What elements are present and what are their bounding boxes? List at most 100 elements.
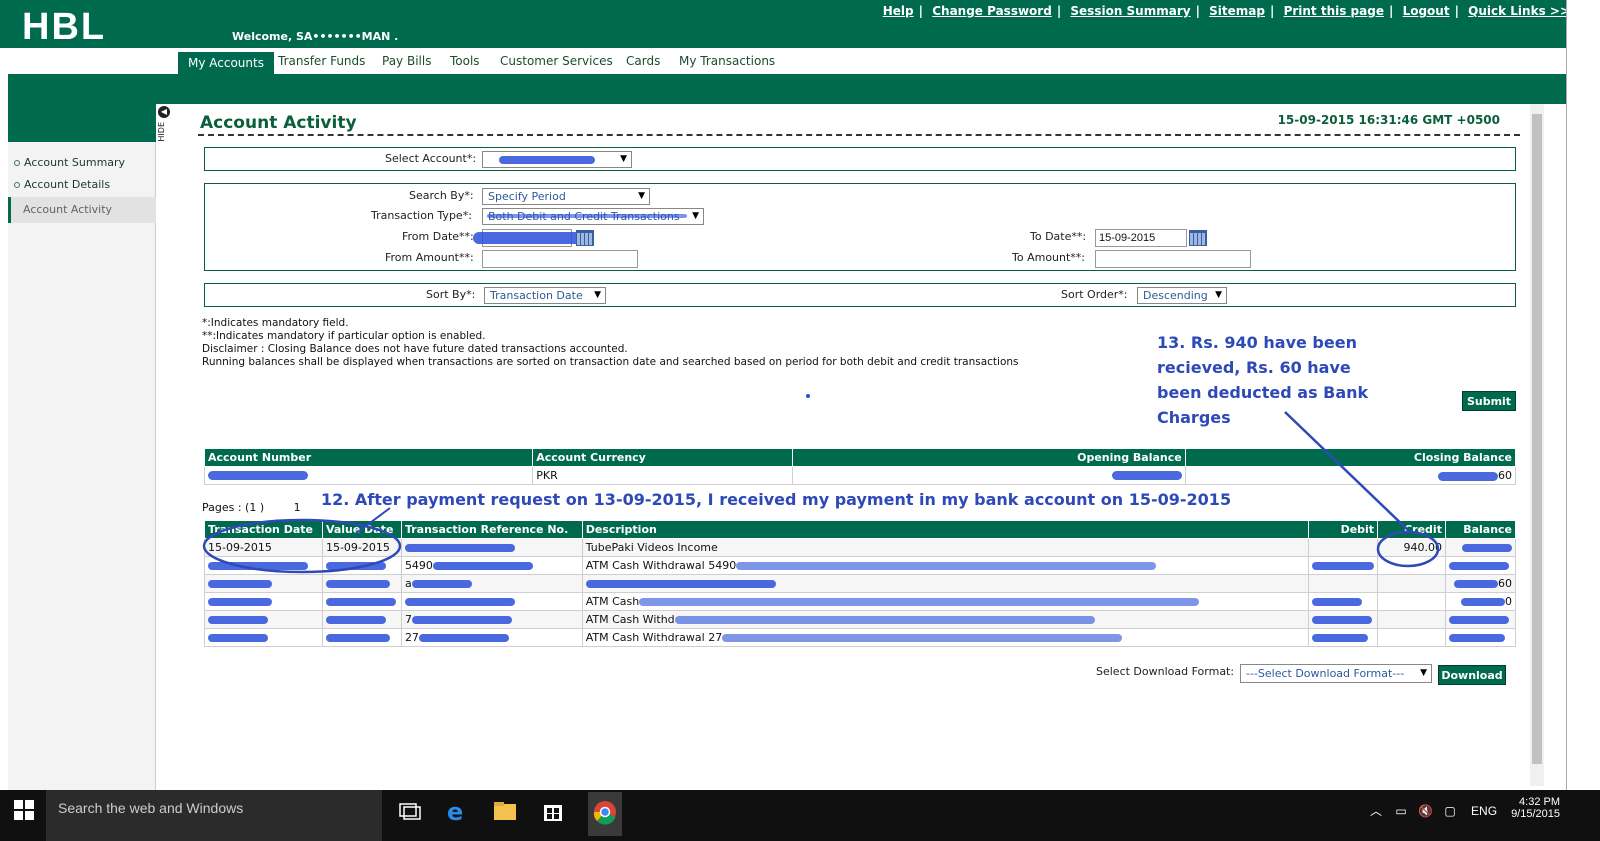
- nav-pay-bills[interactable]: Pay Bills: [382, 54, 431, 68]
- sort-by-value: Transaction Date: [490, 289, 583, 302]
- credit-cell: [1377, 610, 1446, 629]
- opening-balance-cell: [792, 466, 1186, 485]
- balance-cell: [1444, 628, 1517, 647]
- hbl-logo[interactable]: HBL: [22, 6, 106, 49]
- transaction-type-dropdown[interactable]: Both Debit and Credit Transactions▼: [482, 208, 704, 225]
- notifications-icon[interactable]: ▢: [1444, 804, 1455, 818]
- print-page-link[interactable]: Print this page: [1284, 4, 1384, 18]
- sort-by-label: Sort By*:: [426, 288, 476, 301]
- chevron-down-icon: ▼: [638, 191, 645, 201]
- vdate-cell: [321, 628, 402, 647]
- search-by-value: Specify Period: [488, 190, 566, 203]
- sort-order-dropdown[interactable]: Descending ▼: [1137, 287, 1227, 304]
- annotation-line: been deducted as Bank: [1157, 383, 1369, 402]
- chevron-down-icon: ▼: [1420, 668, 1427, 678]
- from-amount-input[interactable]: [482, 250, 638, 268]
- nav-tools[interactable]: Tools: [450, 54, 480, 68]
- search-placeholder: Search the web and Windows: [58, 800, 244, 816]
- chevron-up-icon[interactable]: ︿: [1370, 804, 1382, 818]
- help-link[interactable]: Help: [883, 4, 914, 18]
- volume-muted-icon[interactable]: 🔇: [1418, 804, 1433, 818]
- transaction-type-label: Transaction Type*:: [371, 209, 472, 222]
- nav-my-transactions[interactable]: My Transactions: [679, 54, 775, 68]
- redaction: [1312, 633, 1369, 642]
- redaction: [208, 615, 268, 624]
- sidebar: Account Summary Account Details Account …: [8, 104, 156, 804]
- to-amount-input[interactable]: [1095, 250, 1251, 268]
- quick-links-link[interactable]: Quick Links >>: [1468, 4, 1570, 18]
- change-password-link[interactable]: Change Password: [932, 4, 1052, 18]
- hide-sidebar-toggle[interactable]: ◀ HIDE: [156, 104, 172, 144]
- task-view-icon[interactable]: [396, 798, 422, 824]
- sidebar-item-account-activity[interactable]: Account Activity: [8, 197, 156, 223]
- ref-text: 5490: [404, 559, 433, 572]
- redaction: [1454, 580, 1498, 588]
- submit-button[interactable]: Submit: [1462, 391, 1516, 411]
- debit-cell: [1308, 574, 1379, 593]
- ref-cell: 5490: [400, 556, 583, 575]
- download-button[interactable]: Download: [1438, 665, 1506, 685]
- tdate-cell: [204, 574, 323, 593]
- page-number-link[interactable]: 1: [294, 501, 301, 514]
- tdate-cell: [204, 556, 323, 575]
- from-amount-label: From Amount**:: [385, 251, 474, 264]
- table-row: ATM Cash 0: [204, 592, 1517, 611]
- sidebar-item-account-summary[interactable]: Account Summary: [14, 156, 125, 169]
- windows-start-icon[interactable]: [14, 800, 34, 820]
- scrollbar-thumb[interactable]: [1532, 114, 1542, 764]
- search-by-dropdown[interactable]: Specify Period ▼: [482, 188, 650, 205]
- edge-browser-icon[interactable]: e: [444, 798, 470, 826]
- transactions-table: Transaction Date Value Date Transaction …: [204, 520, 1517, 647]
- taskbar-search[interactable]: Search the web and Windows: [46, 790, 382, 841]
- chevron-down-icon: ▼: [594, 290, 601, 300]
- network-icon[interactable]: ▭: [1395, 804, 1406, 818]
- desc-cell: ATM Cash Withdrawal 27: [581, 628, 1310, 647]
- redaction: [1312, 597, 1363, 606]
- vdate-cell: [321, 574, 402, 593]
- vertical-scrollbar[interactable]: [1530, 104, 1544, 786]
- account-number-cell: [203, 466, 534, 485]
- balance-tail: 60: [1498, 577, 1512, 590]
- file-explorer-icon[interactable]: [492, 798, 518, 824]
- download-format-dropdown[interactable]: ---Select Download Format--- ▼: [1240, 664, 1432, 683]
- session-summary-link[interactable]: Session Summary: [1070, 4, 1190, 18]
- redaction: [639, 598, 1200, 606]
- col-account-number: Account Number: [203, 448, 534, 467]
- top-links: Help | Change Password | Session Summary | …: [882, 4, 1570, 18]
- logout-link[interactable]: Logout: [1403, 4, 1450, 18]
- to-date-input[interactable]: [1095, 229, 1187, 247]
- chrome-icon[interactable]: [588, 792, 622, 836]
- nav-transfer-funds[interactable]: Transfer Funds: [278, 54, 365, 68]
- main-nav: My Accounts Transfer Funds Pay Bills Too…: [8, 52, 1582, 74]
- sort-box: Sort By*: Transaction Date ▼ Sort Order*:…: [204, 283, 1516, 307]
- debit-cell: [1308, 610, 1379, 629]
- calendar-icon[interactable]: [1189, 230, 1207, 246]
- select-account-dropdown[interactable]: ▼: [482, 151, 632, 168]
- sitemap-link[interactable]: Sitemap: [1209, 4, 1265, 18]
- desc-cell: [581, 574, 1310, 593]
- clock[interactable]: 4:32 PM 9/15/2015: [1511, 796, 1560, 820]
- nav-my-accounts[interactable]: My Accounts: [178, 52, 274, 74]
- store-icon[interactable]: [540, 798, 566, 824]
- desc-text: ATM Cash: [585, 595, 640, 608]
- table-row: a 60: [204, 574, 1517, 593]
- system-tray[interactable]: ︿ ▭ 🔇 ▢ ENG: [1370, 802, 1497, 819]
- nav-customer-services[interactable]: Customer Services: [500, 54, 613, 68]
- redaction: [1448, 561, 1509, 570]
- table-row: 15-09-2015 15-09-2015 TubePaki Videos In…: [204, 538, 1517, 557]
- sidebar-item-account-details[interactable]: Account Details: [14, 178, 110, 191]
- redaction: [1438, 471, 1498, 481]
- svg-text:e: e: [447, 798, 463, 824]
- note-line: *:Indicates mandatory field.: [202, 317, 349, 329]
- outer-scrollbar[interactable]: [1566, 0, 1600, 800]
- redaction: [1461, 598, 1505, 606]
- sort-by-dropdown[interactable]: Transaction Date ▼: [484, 287, 606, 304]
- nav-cards[interactable]: Cards: [626, 54, 660, 68]
- vdate-cell: [321, 610, 402, 629]
- language-indicator[interactable]: ENG: [1471, 804, 1497, 818]
- timestamp: 15-09-2015 16:31:46 GMT +0500: [1277, 113, 1500, 127]
- green-band: [8, 74, 1582, 104]
- to-amount-label: To Amount**:: [1012, 251, 1086, 264]
- table-row: 5490 ATM Cash Withdrawal 5490: [204, 556, 1517, 575]
- calendar-icon[interactable]: [576, 230, 594, 246]
